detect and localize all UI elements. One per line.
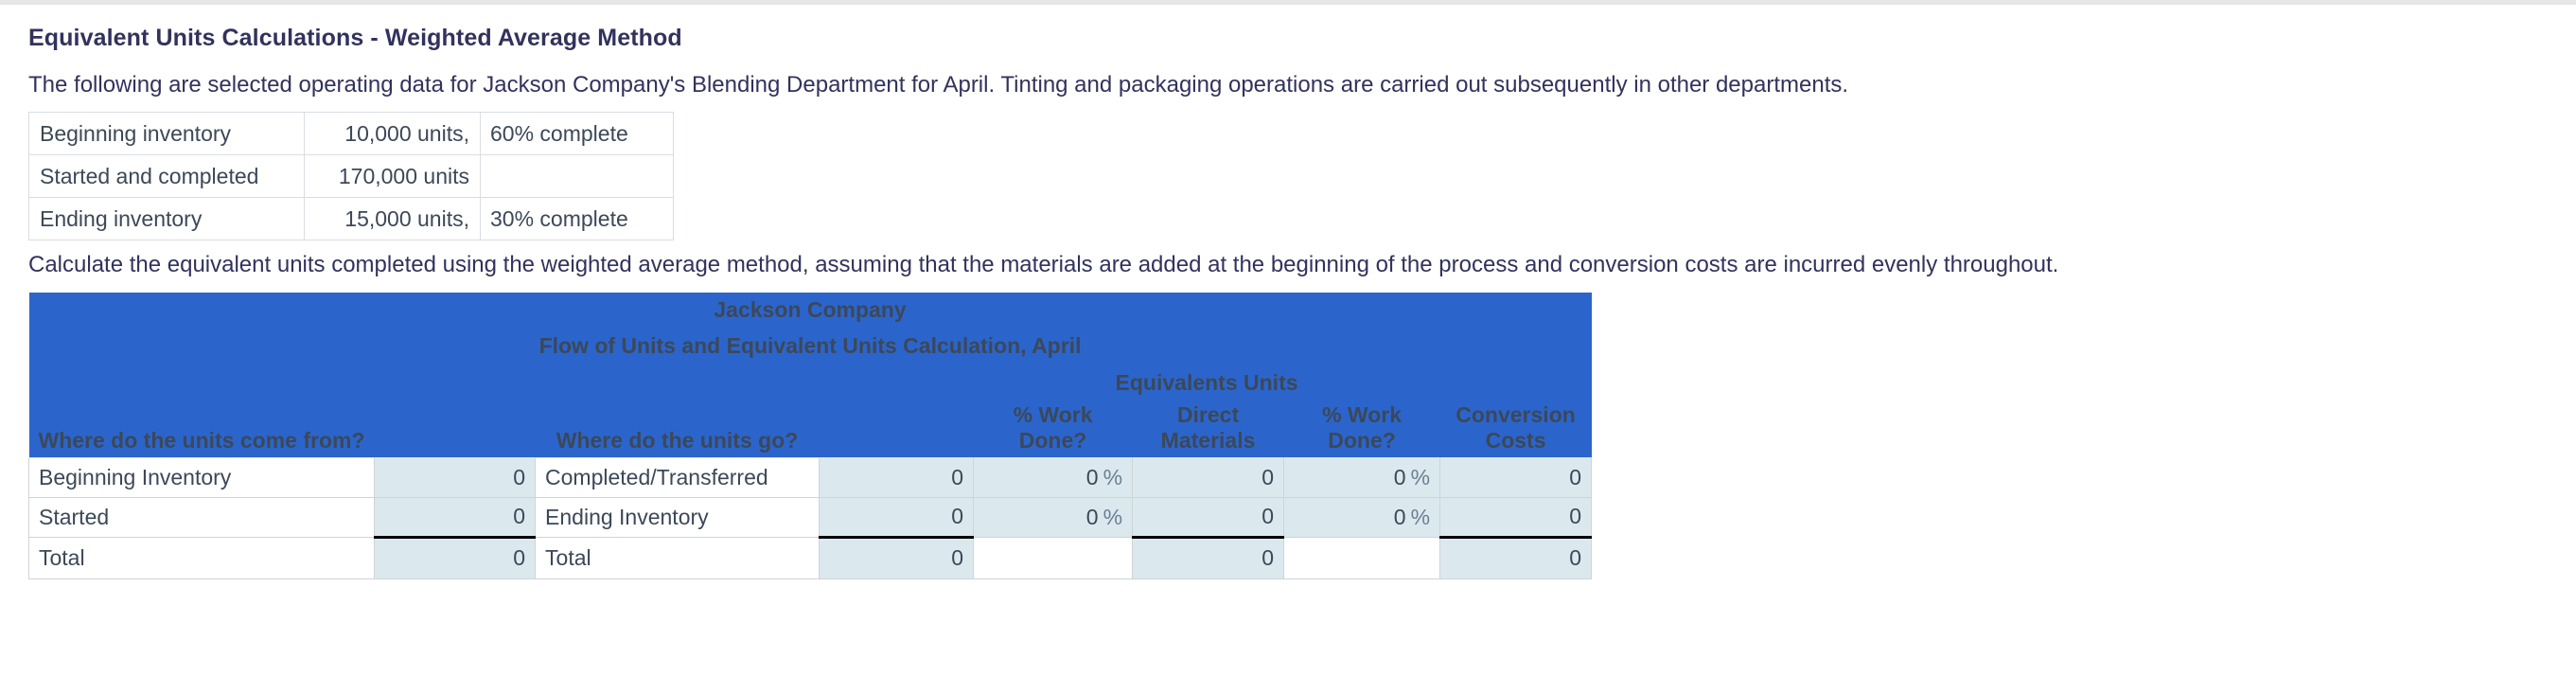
fact-units-beginning-inventory: 10,000 units, <box>304 112 481 156</box>
column-header-destination-value <box>819 401 974 458</box>
input-ending-inventory-conversion-costs[interactable]: 0 <box>1439 496 1593 539</box>
worksheet-group-header-row: Equivalents Units <box>28 364 1592 402</box>
column-header-destination: Where do the units go? <box>535 401 820 458</box>
fact-label-started-and-completed: Started and completed <box>28 154 305 199</box>
fact-label-ending-inventory: Ending inventory <box>28 197 305 241</box>
total-work-done-materials-empty <box>973 536 1134 579</box>
column-header-work-done-1-line2: Done? <box>1018 427 1087 453</box>
value: 0 <box>1085 504 1099 529</box>
total-work-done-conversion-empty <box>1283 536 1441 579</box>
question-intro-text: The following are selected operating dat… <box>28 72 1849 98</box>
table-row: Beginning Inventory 0 Completed/Transfer… <box>27 456 1593 498</box>
fact-label-beginning-inventory: Beginning inventory <box>28 112 305 156</box>
column-header-work-done-2-line2: Done? <box>1328 427 1396 453</box>
column-header-source: Where do the units come from? <box>28 401 375 458</box>
worksheet-page: Equivalent Units Calculations - Weighted… <box>0 5 2576 579</box>
value: 0 <box>1393 504 1406 529</box>
column-header-source-value <box>374 401 536 458</box>
value: 0 <box>1085 464 1099 489</box>
fact-percent-ending-inventory: 30% complete <box>480 197 674 241</box>
table-row: Started and completed 170,000 units <box>28 154 674 199</box>
input-ending-inventory-direct-materials[interactable]: 0 <box>1132 496 1285 539</box>
percent-sign: % <box>1410 464 1431 489</box>
input-completed-transferred-units[interactable]: 0 <box>819 456 975 498</box>
column-header-direct-materials: Direct Materials <box>1132 401 1284 458</box>
row-label-started: Started <box>27 496 376 538</box>
table-row: Ending inventory 15,000 units, 30% compl… <box>28 197 674 241</box>
worksheet-subtitle: Flow of Units and Equivalent Units Calcu… <box>28 328 1592 365</box>
group-header-spacer-workdone1 <box>819 364 974 402</box>
row-label-total-source: Total <box>27 536 376 579</box>
question-instruction-text: Calculate the equivalent units completed… <box>28 252 2059 278</box>
percent-sign: % <box>1410 504 1431 529</box>
operating-data-table: Beginning inventory 10,000 units, 60% co… <box>28 112 674 241</box>
column-header-work-done-2: % Work Done? <box>1283 401 1440 458</box>
fact-percent-started-and-completed <box>480 154 674 199</box>
worksheet-company-name: Jackson Company <box>28 292 1592 329</box>
row-label-beginning-inventory: Beginning Inventory <box>27 456 376 498</box>
column-header-direct-materials-line2: Materials <box>1160 427 1256 453</box>
input-completed-transferred-work-done-materials[interactable]: 0% <box>973 456 1134 498</box>
column-header-conversion-costs-line2: Costs <box>1485 427 1546 453</box>
group-header-spacer-right <box>1439 364 1592 402</box>
worksheet-subtitle-row: Flow of Units and Equivalent Units Calcu… <box>28 328 1592 365</box>
row-label-ending-inventory: Ending Inventory <box>535 496 820 538</box>
input-total-conversion-costs[interactable]: 0 <box>1439 536 1593 579</box>
column-header-conversion-costs: Conversion Costs <box>1439 401 1592 458</box>
row-label-completed-transferred: Completed/Transferred <box>535 456 820 498</box>
input-started-units[interactable]: 0 <box>374 496 537 539</box>
column-header-work-done-1: % Work Done? <box>973 401 1133 458</box>
equivalent-units-worksheet: Jackson Company Flow of Units and Equiva… <box>27 292 1593 579</box>
fact-percent-beginning-inventory: 60% complete <box>480 112 674 156</box>
input-total-destination-units[interactable]: 0 <box>819 536 975 579</box>
column-header-direct-materials-line1: Direct <box>1176 401 1240 427</box>
column-header-conversion-costs-line1: Conversion <box>1456 401 1576 427</box>
worksheet-column-header-row: Where do the units come from? Where do t… <box>28 401 1592 458</box>
row-label-total-destination: Total <box>535 536 820 579</box>
input-beginning-inventory-units[interactable]: 0 <box>374 456 537 498</box>
value: 0 <box>1393 464 1406 489</box>
table-row: Beginning inventory 10,000 units, 60% co… <box>28 112 674 156</box>
group-header-spacer-left <box>28 364 820 402</box>
input-completed-transferred-work-done-conversion[interactable]: 0% <box>1283 456 1441 498</box>
input-total-source-units[interactable]: 0 <box>374 536 537 579</box>
fact-units-ending-inventory: 15,000 units, <box>304 197 481 241</box>
column-header-work-done-1-line1: % Work <box>1013 401 1093 427</box>
percent-sign: % <box>1103 504 1123 529</box>
group-header-equivalents-units: Equivalents Units <box>973 364 1440 402</box>
column-header-work-done-2-line1: % Work <box>1322 401 1402 427</box>
worksheet-company-row: Jackson Company <box>28 292 1592 329</box>
fact-units-started-and-completed: 170,000 units <box>304 154 481 199</box>
input-ending-inventory-work-done-conversion[interactable]: 0% <box>1283 496 1441 538</box>
percent-sign: % <box>1103 464 1123 489</box>
input-completed-transferred-conversion-costs[interactable]: 0 <box>1439 456 1593 498</box>
table-row: Started 0 Ending Inventory 0 0% 0 0% 0 <box>27 496 1593 539</box>
input-ending-inventory-work-done-materials[interactable]: 0% <box>973 496 1134 538</box>
table-row: Total 0 Total 0 0 0 <box>27 536 1593 579</box>
input-ending-inventory-units[interactable]: 0 <box>819 496 975 539</box>
input-total-direct-materials[interactable]: 0 <box>1132 536 1285 579</box>
input-completed-transferred-direct-materials[interactable]: 0 <box>1132 456 1285 498</box>
page-title: Equivalent Units Calculations - Weighted… <box>28 25 682 51</box>
